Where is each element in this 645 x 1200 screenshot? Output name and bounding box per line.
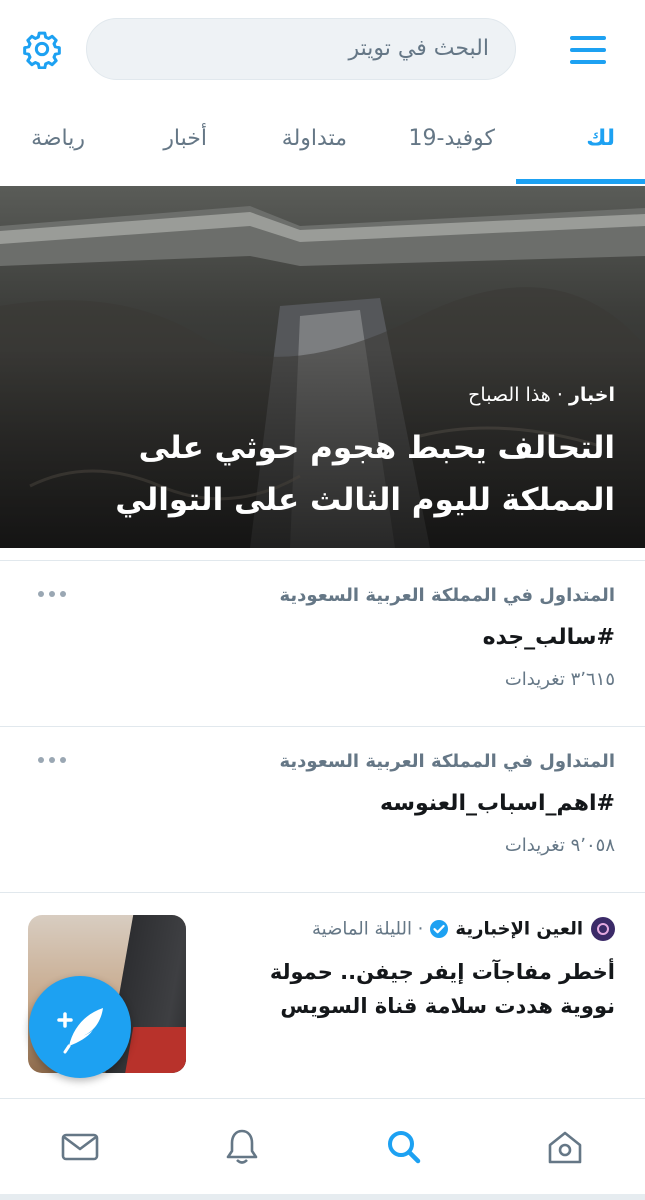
news-source: العين الإخبارية · الليلة الماضية [312,917,615,941]
trend-context: المتداول في المملكة العربية السعودية [279,585,616,606]
search-placeholder: البحث في تويتر [348,36,490,61]
trend-name: #سالب_جده [482,625,615,650]
ship-hull-red [122,1027,186,1073]
hero-separator: · [550,384,569,406]
compose-feather-icon [57,1008,103,1054]
bell-icon[interactable] [222,1127,262,1167]
search-input[interactable]: البحث في تويتر [86,18,516,80]
menu-icon[interactable] [566,28,610,72]
tab-sports[interactable]: رياضة [31,126,85,151]
tab-covid[interactable]: كوفيد-19 [409,126,495,151]
tab-for-you[interactable]: لك [586,126,615,151]
hero-story[interactable]: اخبار · هذا الصباح التحالف يحبط هجوم حوث… [0,186,645,548]
verified-badge-icon [430,920,449,938]
hero-title: التحالف يحبط هجوم حوثي على المملكة لليوم… [115,430,615,518]
trend-item[interactable]: المتداول في المملكة العربية السعودية #سا… [0,560,645,726]
mail-icon[interactable] [60,1127,100,1167]
more-options-icon[interactable] [38,591,66,599]
news-time: · الليلة الماضية [312,918,424,940]
system-bar [0,1194,645,1200]
trend-item[interactable]: المتداول في المملكة العربية السعودية #اه… [0,726,645,892]
news-title: أخطر مفاجآت إيفر جيفن.. حمولة نووية هددت… [269,960,615,1018]
hero-time: هذا الصباح [468,384,551,406]
explore-tabs: لك كوفيد-19 متداولة أخبار رياضة [0,100,645,186]
active-tab-indicator [516,179,645,184]
trend-name: #اهم_اسباب_العنوسه [380,791,615,816]
compose-tweet-button[interactable] [29,976,131,1078]
trend-count: ٩٬٠٥٨ تغريدات [504,835,615,856]
trend-context: المتداول في المملكة العربية السعودية [279,751,616,772]
hero-category: اخبار [568,384,615,406]
more-options-icon[interactable] [38,757,66,765]
source-name: العين الإخبارية [455,918,583,940]
home-icon[interactable] [545,1127,585,1167]
top-bar: البحث في تويتر [0,0,645,100]
search-icon[interactable] [384,1127,424,1167]
bottom-navigation [0,1098,645,1200]
tab-news[interactable]: أخبار [163,126,207,151]
hero-meta: اخبار · هذا الصباح [468,384,615,406]
settings-gear-icon[interactable] [22,29,62,69]
trend-count: ٣٬٦١٥ تغريدات [504,669,615,690]
source-avatar [591,917,615,941]
tab-trending[interactable]: متداولة [282,126,347,151]
